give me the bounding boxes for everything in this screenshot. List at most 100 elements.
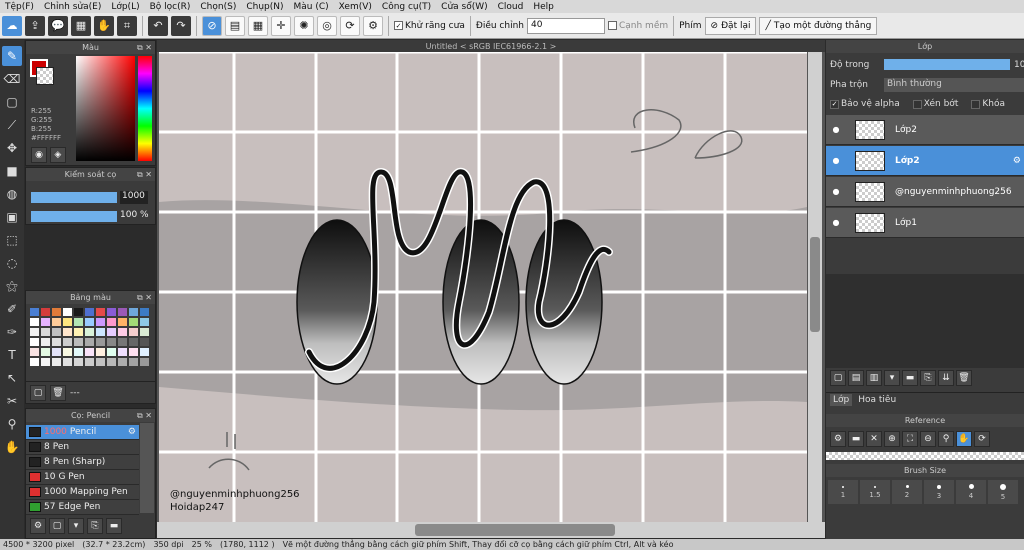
reference-hand-icon[interactable]: ✋ (956, 431, 972, 447)
menu-item[interactable]: Help (528, 2, 559, 12)
text-icon[interactable]: T (2, 345, 22, 365)
panel-controls-icon[interactable]: ⧉ ✕ (137, 411, 152, 421)
new-layer-icon[interactable]: ▢ (830, 370, 846, 386)
select-eraser-icon[interactable]: ✑ (2, 322, 22, 342)
palette-swatch[interactable] (74, 348, 83, 356)
palette-swatch[interactable] (85, 358, 94, 366)
hue-slider[interactable] (138, 56, 152, 161)
palette-swatch[interactable] (85, 308, 94, 316)
palette-swatch[interactable] (30, 358, 39, 366)
blend-mode-select[interactable]: Bình thường (884, 78, 1024, 92)
brush-item[interactable]: 10 G Pen (26, 470, 139, 485)
snap-radial-icon[interactable]: ✺ (294, 15, 314, 36)
palette-swatch[interactable] (52, 318, 61, 326)
layer-folder-icon[interactable]: ▬ (902, 370, 918, 386)
palette-swatch[interactable] (107, 318, 116, 326)
chat-icon[interactable]: 💬 (48, 15, 68, 36)
snap-settings-icon[interactable]: ⚙ (363, 15, 383, 36)
palette-swatch[interactable] (63, 308, 72, 316)
brush-icon[interactable]: ✎ (2, 46, 22, 66)
menu-item[interactable]: Chọn(S) (195, 2, 241, 12)
snap-parallel-icon[interactable]: ▤ (225, 15, 245, 36)
palette-swatch[interactable] (118, 358, 127, 366)
menu-item[interactable]: Bộ lọc(R) (145, 2, 196, 12)
palette-swatch[interactable] (118, 318, 127, 326)
palette-swatch[interactable] (129, 328, 138, 336)
hand-icon[interactable]: ✋ (94, 15, 114, 36)
grid-icon[interactable]: ▦ (71, 15, 91, 36)
tab-navigator[interactable]: Hoa tiêu (858, 395, 896, 405)
brush-size-slider[interactable] (31, 192, 117, 203)
palette-swatch[interactable] (74, 338, 83, 346)
brush-add-icon[interactable]: ▾ (68, 518, 84, 534)
redo-icon[interactable]: ↷ (171, 15, 191, 36)
brush-opacity-slider[interactable] (31, 211, 117, 222)
palette-swatch[interactable] (140, 308, 149, 316)
palette-swatch[interactable] (41, 328, 50, 336)
lasso-icon[interactable]: ◌ (2, 253, 22, 273)
layer-row[interactable]: ● @nguyenminhphuong256 (826, 177, 1024, 207)
palette-swatch[interactable] (52, 308, 61, 316)
palette-swatch[interactable] (129, 348, 138, 356)
palette-swatch[interactable] (30, 348, 39, 356)
add-layer-menu-icon[interactable]: ▾ (884, 370, 900, 386)
rect-icon[interactable]: ▢ (2, 92, 22, 112)
palette-swatch[interactable] (107, 358, 116, 366)
palette-swatch[interactable] (96, 348, 105, 356)
clip-checkbox[interactable]: Xén bớt (912, 99, 958, 109)
palette-swatch[interactable] (52, 358, 61, 366)
palette-swatch[interactable] (63, 338, 72, 346)
eyedropper-icon[interactable]: ⚲ (2, 414, 22, 434)
new-brush-icon[interactable]: ▢ (49, 518, 65, 534)
palette-swatch[interactable] (118, 308, 127, 316)
reset-button[interactable]: ⊘ Đặt lại (704, 16, 757, 35)
new-swatch-icon[interactable]: ▢ (30, 384, 46, 401)
brush-size-value[interactable]: 1000 (120, 191, 148, 204)
snap-curve-icon[interactable]: ⟳ (340, 15, 360, 36)
export-icon[interactable]: ⇪ (25, 15, 45, 36)
palette-swatch[interactable] (85, 348, 94, 356)
palette-swatch[interactable] (107, 328, 116, 336)
tab-layer[interactable]: Lớp (830, 394, 853, 406)
eye-icon[interactable]: ● (829, 218, 843, 227)
brush-copy-icon[interactable]: ⎘ (87, 518, 103, 534)
vscroll-thumb[interactable] (810, 237, 820, 332)
saturation-value-picker[interactable] (76, 56, 135, 161)
eraser-icon[interactable]: ⌫ (2, 69, 22, 89)
layer-opacity-slider[interactable] (884, 59, 1010, 70)
antialias-checkbox[interactable]: ✓ Khử răng cưa (394, 21, 465, 31)
brush-item[interactable]: 1000 Pencil ⚙ (26, 425, 139, 440)
palette-swatch[interactable] (30, 338, 39, 346)
palette-swatch[interactable] (118, 338, 127, 346)
snap-off-icon[interactable]: ⊘ (202, 15, 222, 36)
palette-swatch[interactable] (74, 358, 83, 366)
reference-close-icon[interactable]: ✕ (866, 431, 882, 447)
palette-swatch[interactable] (96, 338, 105, 346)
reference-rotate-icon[interactable]: ⟳ (974, 431, 990, 447)
edge-checkbox[interactable]: Cạnh mềm (607, 21, 668, 31)
palette-swatch[interactable] (96, 308, 105, 316)
folder-icon[interactable]: ▬ (106, 518, 122, 534)
palette-swatch[interactable] (118, 328, 127, 336)
undo-icon[interactable]: ↶ (148, 15, 168, 36)
palette-swatch[interactable] (52, 328, 61, 336)
zoom-out-icon[interactable]: ⊖ (920, 431, 936, 447)
palette-swatch[interactable] (107, 338, 116, 346)
palette-swatch[interactable] (30, 328, 39, 336)
palette-swatch[interactable] (41, 338, 50, 346)
adjust-select[interactable]: 40 (526, 17, 605, 34)
menu-item[interactable]: Lớp(L) (106, 2, 144, 12)
layer-row[interactable]: ● Lớp1 (826, 208, 1024, 238)
menu-item[interactable]: Cửa sổ(W) (436, 2, 492, 12)
palette-swatch[interactable] (74, 318, 83, 326)
palette-swatch[interactable] (41, 358, 50, 366)
gradient-icon[interactable]: ▣ (2, 207, 22, 227)
operation-icon[interactable]: ↖ (2, 368, 22, 388)
palette-swatch[interactable] (129, 338, 138, 346)
palette-swatch[interactable] (74, 308, 83, 316)
palette-swatch[interactable] (30, 308, 39, 316)
divide-icon[interactable]: ✂ (2, 391, 22, 411)
gear-icon[interactable]: ⚙ (128, 427, 136, 437)
menu-item[interactable]: Tệp(F) (0, 2, 39, 12)
palette-swatch[interactable] (129, 308, 138, 316)
